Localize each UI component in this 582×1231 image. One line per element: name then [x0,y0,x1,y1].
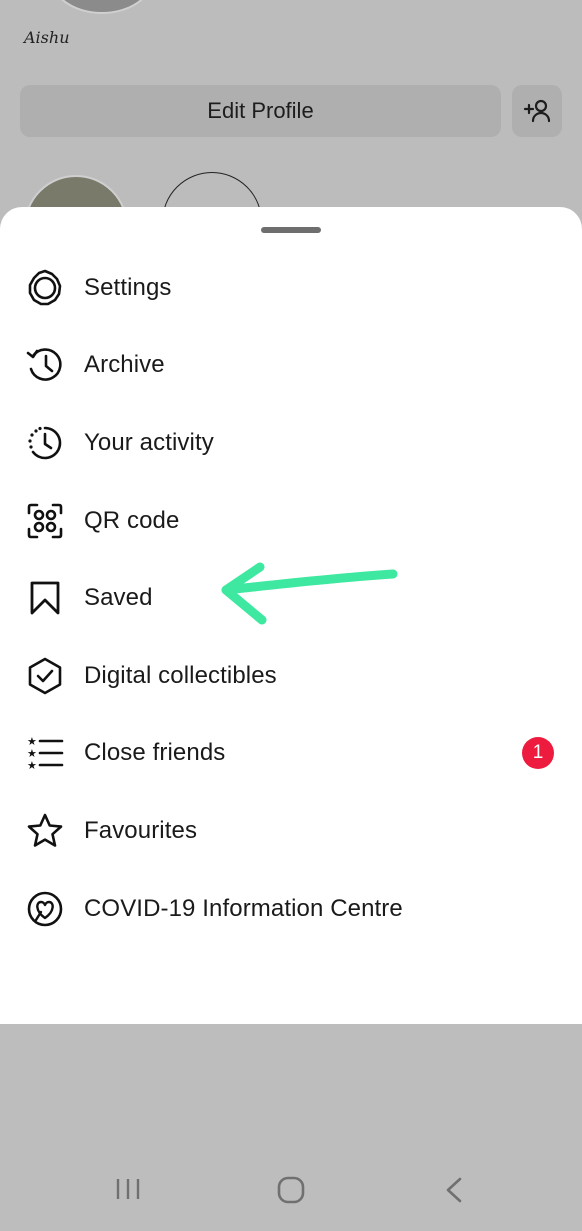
menu-item-label: Close friends [84,739,226,767]
menu-item-favourites[interactable]: Favourites [0,792,582,870]
edit-profile-button[interactable]: Edit Profile [20,85,501,137]
system-navigation-bar [0,1157,582,1231]
home-button[interactable] [276,1175,306,1205]
drag-handle[interactable] [261,227,321,233]
annotation-arrow-icon [208,562,403,637]
discover-people-button[interactable] [512,85,562,137]
covid-heart-icon [25,889,65,929]
star-icon [25,811,65,851]
profile-name: Aishu [24,28,70,47]
notification-badge: 1 [522,737,554,770]
menu-item-archive[interactable]: Archive [0,327,582,405]
menu-item-close-friends[interactable]: ★ ★ ★ Close friends 1 [0,715,582,793]
activity-icon [25,423,65,463]
menu-item-label: COVID-19 Information Centre [84,894,403,922]
profile-avatar[interactable] [50,0,154,14]
add-person-icon [522,97,552,126]
menu-item-qr-code[interactable]: QR code [0,482,582,560]
menu-item-label: Your activity [84,428,214,456]
archive-icon [25,345,65,385]
bookmark-icon [25,578,65,618]
collectibles-icon [25,656,65,696]
options-bottom-sheet: Settings Archive Your activity QR code S… [0,207,582,1204]
svg-text:★: ★ [27,759,37,772]
menu-item-covid-info[interactable]: COVID-19 Information Centre [0,870,582,948]
profile-background: Aishu Edit Profile [0,0,582,279]
settings-icon [25,268,65,308]
qr-code-icon [25,501,65,541]
menu-item-label: Settings [84,273,172,301]
menu-item-label: Saved [84,584,153,612]
menu-item-label: Digital collectibles [84,661,277,689]
menu-item-label: Archive [84,351,165,379]
menu-item-label: QR code [84,506,180,534]
close-friends-icon: ★ ★ ★ [25,733,65,773]
menu-item-settings[interactable]: Settings [0,249,582,327]
menu-item-label: Favourites [84,816,198,844]
back-button[interactable] [440,1175,470,1205]
menu-item-your-activity[interactable]: Your activity [0,404,582,482]
recent-apps-button[interactable] [113,1175,143,1203]
menu-item-digital-collectibles[interactable]: Digital collectibles [0,637,582,715]
